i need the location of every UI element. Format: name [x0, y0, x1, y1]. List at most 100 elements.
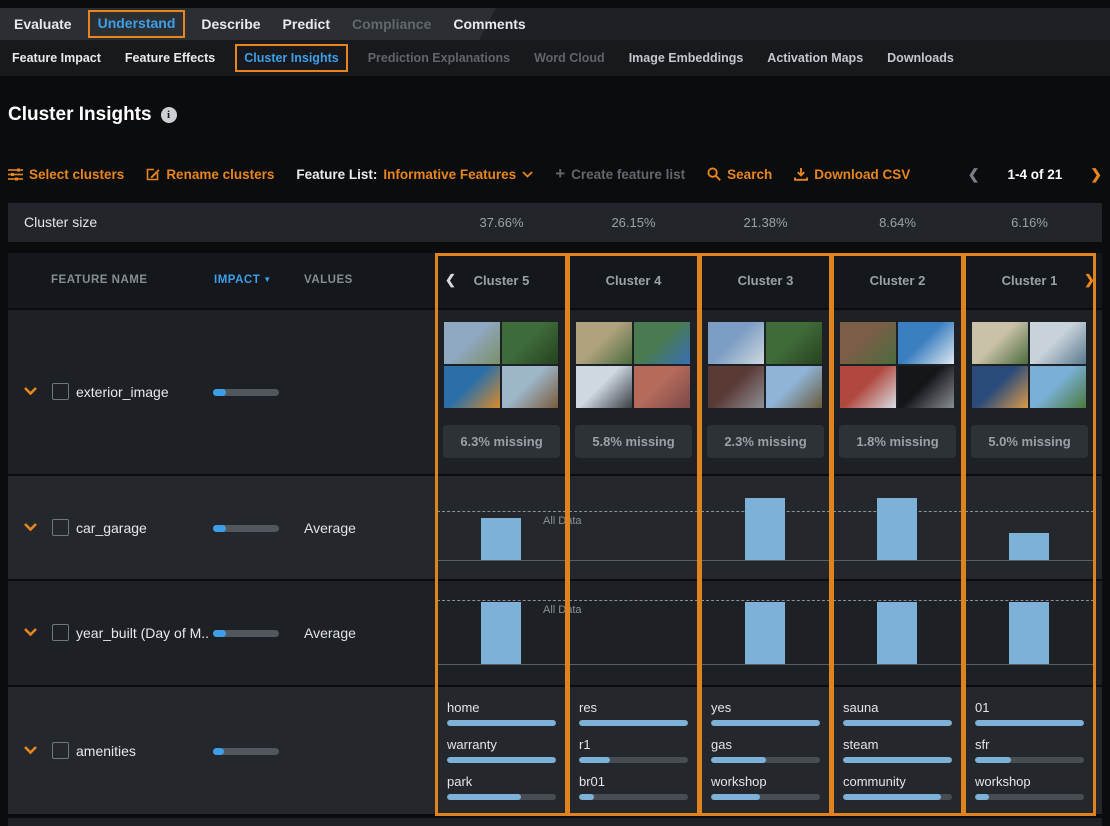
- tab-predict[interactable]: Predict: [277, 13, 336, 35]
- word-label: workshop: [975, 774, 1084, 790]
- select-clusters-button[interactable]: Select clusters: [8, 167, 124, 182]
- thumbnail-grid: [840, 322, 955, 408]
- cluster-cell: [965, 581, 1094, 685]
- exterior-photo-thumbnail[interactable]: [840, 322, 896, 364]
- impact-bar: [213, 630, 279, 637]
- word-label: r1: [579, 737, 688, 753]
- search-button[interactable]: Search: [707, 167, 772, 182]
- sort-caret-icon: ▼: [263, 275, 271, 284]
- exterior-photo-thumbnail[interactable]: [444, 366, 500, 408]
- tab-comments[interactable]: Comments: [447, 13, 531, 35]
- tab-feature-effects[interactable]: Feature Effects: [121, 48, 219, 68]
- cluster-column-header[interactable]: Cluster 3: [701, 273, 830, 288]
- word-label: steam: [843, 737, 952, 753]
- cluster-cell: [701, 581, 830, 685]
- mini-bar-chart: [701, 488, 830, 561]
- word-bar-fill: [975, 757, 1011, 763]
- cluster-cell: 1.8% missing: [833, 310, 962, 474]
- exterior-photo-thumbnail[interactable]: [766, 322, 822, 364]
- cluster-size-value: 37.66%: [437, 215, 566, 230]
- col-header-impact[interactable]: IMPACT▼: [214, 274, 272, 286]
- all-data-label: All Data: [543, 604, 613, 616]
- exterior-photo-thumbnail[interactable]: [898, 366, 954, 408]
- exterior-photo-thumbnail[interactable]: [1030, 366, 1086, 408]
- table-row: car_garageAverageAll Data: [8, 476, 1102, 579]
- row-checkbox[interactable]: [52, 742, 69, 759]
- tab-feature-impact[interactable]: Feature Impact: [8, 48, 105, 68]
- cluster-cell: resr1br01: [569, 687, 698, 814]
- page-next-icon[interactable]: ❯: [1090, 166, 1102, 183]
- word-item: gas: [711, 737, 820, 763]
- exterior-photo-thumbnail[interactable]: [502, 366, 558, 408]
- all-data-reference-line: [965, 600, 1094, 601]
- word-item: sfr: [975, 737, 1084, 763]
- missing-percentage-badge: 6.3% missing: [443, 425, 560, 458]
- tab-understand[interactable]: Understand: [98, 15, 176, 31]
- word-item: r1: [579, 737, 688, 763]
- cluster-size-value: 26.15%: [569, 215, 698, 230]
- cluster-column-header[interactable]: Cluster 4: [569, 273, 698, 288]
- exterior-photo-thumbnail[interactable]: [708, 366, 764, 408]
- expand-chevron-icon[interactable]: [23, 745, 39, 757]
- info-icon[interactable]: i: [161, 107, 177, 123]
- page-prev-icon[interactable]: ❮: [968, 166, 980, 183]
- feature-list-selector[interactable]: Feature List: Informative Features: [296, 167, 533, 182]
- distribution-bar: [877, 498, 917, 560]
- word-item: community: [843, 774, 952, 800]
- cluster-cell: [833, 476, 962, 579]
- exterior-photo-thumbnail[interactable]: [898, 322, 954, 364]
- exterior-photo-thumbnail[interactable]: [1030, 322, 1086, 364]
- word-list: homewarrantypark: [447, 700, 556, 800]
- col-header-feature-name[interactable]: FEATURE NAME: [51, 274, 148, 286]
- cluster-column-header[interactable]: Cluster 5: [437, 273, 566, 288]
- feature-name: amenities: [76, 743, 136, 759]
- exterior-photo-thumbnail[interactable]: [634, 366, 690, 408]
- sliders-icon: [8, 168, 23, 181]
- tab-image-embeddings[interactable]: Image Embeddings: [625, 48, 748, 68]
- cluster-column-header[interactable]: Cluster 2: [833, 273, 962, 288]
- top-navigation: Evaluate Understand Describe Predict Com…: [0, 8, 1110, 40]
- exterior-photo-thumbnail[interactable]: [634, 322, 690, 364]
- tab-activation-maps[interactable]: Activation Maps: [763, 48, 867, 68]
- tab-downloads[interactable]: Downloads: [883, 48, 958, 68]
- tab-evaluate[interactable]: Evaluate: [8, 13, 78, 35]
- missing-percentage-badge: 1.8% missing: [839, 425, 956, 458]
- row-checkbox[interactable]: [52, 519, 69, 536]
- row-checkbox[interactable]: [52, 383, 69, 400]
- table-row: year_built (Day of M...AverageAll Data: [8, 581, 1102, 685]
- exterior-photo-thumbnail[interactable]: [766, 366, 822, 408]
- word-bar: [843, 794, 952, 800]
- feature-list-value[interactable]: Informative Features: [383, 167, 516, 182]
- exterior-photo-thumbnail[interactable]: [444, 322, 500, 364]
- expand-chevron-icon[interactable]: [23, 522, 39, 534]
- word-bar-fill: [975, 794, 989, 800]
- distribution-bar: [481, 602, 521, 664]
- cluster-column-header[interactable]: Cluster 1: [965, 273, 1094, 288]
- mini-bar-chart: All Data: [437, 488, 566, 561]
- expand-chevron-icon[interactable]: [23, 386, 39, 398]
- col-header-values[interactable]: VALUES: [304, 274, 353, 286]
- exterior-photo-thumbnail[interactable]: [502, 322, 558, 364]
- exterior-photo-thumbnail[interactable]: [576, 366, 632, 408]
- mini-bar-chart: All Data: [437, 595, 566, 665]
- download-csv-button[interactable]: Download CSV: [794, 167, 910, 182]
- exterior-photo-thumbnail[interactable]: [708, 322, 764, 364]
- expand-chevron-icon[interactable]: [23, 627, 39, 639]
- tab-describe[interactable]: Describe: [195, 13, 266, 35]
- cluster-cell: All Data: [437, 476, 566, 579]
- word-bar-fill: [711, 720, 820, 726]
- tab-compliance: Compliance: [346, 13, 437, 35]
- word-label: yes: [711, 700, 820, 716]
- rename-clusters-button[interactable]: Rename clusters: [146, 167, 274, 182]
- word-bar-fill: [579, 794, 594, 800]
- distribution-bar: [481, 518, 521, 560]
- tab-cluster-insights[interactable]: Cluster Insights: [244, 51, 338, 65]
- all-data-reference-line: [701, 600, 830, 601]
- mini-bar-chart: [833, 488, 962, 561]
- exterior-photo-thumbnail[interactable]: [972, 366, 1028, 408]
- exterior-photo-thumbnail[interactable]: [972, 322, 1028, 364]
- exterior-photo-thumbnail[interactable]: [840, 366, 896, 408]
- exterior-photo-thumbnail[interactable]: [576, 322, 632, 364]
- word-label: home: [447, 700, 556, 716]
- row-checkbox[interactable]: [52, 624, 69, 641]
